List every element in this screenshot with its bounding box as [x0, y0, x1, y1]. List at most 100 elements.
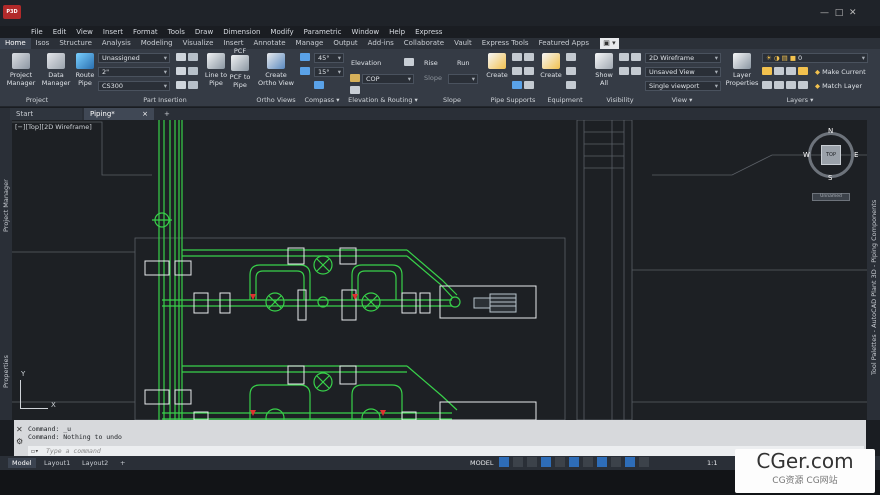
viewport-label[interactable]: [−][Top][2D Wireframe]	[15, 123, 92, 131]
ribbon-toggle-icon[interactable]: ▣ ▾	[600, 38, 619, 49]
new-tab-button[interactable]: +	[158, 108, 172, 120]
transparency-icon[interactable]	[597, 457, 607, 467]
data-manager-button[interactable]: Data Manager	[40, 53, 72, 87]
size-combo[interactable]: 2"	[98, 67, 170, 77]
pcf-to-pipe-button[interactable]: PCF PCF to Pipe	[229, 47, 251, 89]
tab-home[interactable]: Home	[0, 38, 31, 49]
support-type-3-icon[interactable]	[512, 67, 522, 75]
tab-addins[interactable]: Add-ins	[363, 38, 399, 49]
menu-view[interactable]: View	[71, 26, 98, 38]
ortho-icon[interactable]	[527, 457, 537, 467]
visibility-tool-3-icon[interactable]	[619, 67, 629, 75]
tab-collaborate[interactable]: Collaborate	[399, 38, 449, 49]
layer-properties-button[interactable]: Layer Properties	[725, 53, 759, 87]
wcs-menu[interactable]: Unnamed	[812, 193, 850, 201]
layer-tool-5-icon[interactable]	[762, 81, 772, 89]
project-manager-button[interactable]: Project Manager	[4, 53, 38, 87]
tab-express-tools[interactable]: Express Tools	[477, 38, 534, 49]
spec-combo[interactable]: Unassigned	[98, 53, 170, 63]
grid-icon[interactable]	[499, 457, 509, 467]
project-manager-palette-tab[interactable]: Project Manager	[2, 179, 10, 232]
annotation-visibility-icon[interactable]	[625, 457, 635, 467]
selection-cycling-icon[interactable]	[611, 457, 621, 467]
visibility-tool-4-icon[interactable]	[631, 67, 641, 75]
new-layout-button[interactable]: +	[116, 458, 129, 468]
window-controls[interactable]: — □ ✕	[820, 8, 857, 18]
tab-output[interactable]: Output	[328, 38, 362, 49]
lineweight-icon[interactable]	[583, 457, 593, 467]
visibility-tool-1-icon[interactable]	[619, 53, 629, 61]
material-combo[interactable]: CS300	[98, 81, 170, 91]
tab-annotate[interactable]: Annotate	[249, 38, 291, 49]
support-type-4-icon[interactable]	[524, 67, 534, 75]
support-type-1-icon[interactable]	[512, 53, 522, 61]
layer-tool-7-icon[interactable]	[786, 81, 796, 89]
layout-tab-model[interactable]: Model	[8, 458, 36, 468]
compass-snap-icon[interactable]	[300, 67, 310, 75]
support-type-5-icon[interactable]	[512, 81, 522, 89]
elevation-combo[interactable]: COP	[362, 74, 414, 84]
menu-insert[interactable]: Insert	[98, 26, 128, 38]
layer-tool-6-icon[interactable]	[774, 81, 784, 89]
menu-parametric[interactable]: Parametric	[299, 26, 347, 38]
make-current-button[interactable]: ◆ Make Current	[815, 68, 866, 76]
layout-tab-layout2[interactable]: Layout2	[78, 458, 112, 468]
match-layer-button[interactable]: ◆ Match Layer	[815, 82, 862, 90]
flange-icon[interactable]	[176, 81, 186, 89]
piping-drawing[interactable]	[12, 120, 867, 420]
compass-south-label[interactable]: S	[828, 174, 832, 182]
tool-palettes-tab[interactable]: Tool Palettes - AutoCAD Plant 3D - Pipin…	[870, 200, 878, 375]
tab-structure[interactable]: Structure	[54, 38, 97, 49]
close-tab-icon[interactable]: ×	[142, 108, 148, 120]
object-snap-icon[interactable]	[569, 457, 579, 467]
pipe-fitting-icon[interactable]	[176, 53, 186, 61]
panel-layers-title[interactable]: Layers ▾	[780, 96, 820, 104]
visual-style-combo[interactable]: 2D Wireframe	[645, 53, 721, 63]
angle-combo-2[interactable]: 15°	[314, 67, 344, 77]
slope-combo[interactable]	[448, 74, 478, 84]
layer-tool-4-icon[interactable]	[798, 67, 808, 75]
elevation-pick-icon[interactable]	[404, 58, 414, 66]
tab-analysis[interactable]: Analysis	[97, 38, 136, 49]
menu-window[interactable]: Window	[347, 26, 385, 38]
menu-dimension[interactable]: Dimension	[218, 26, 265, 38]
line-to-pipe-button[interactable]: Line to Pipe	[203, 53, 229, 87]
model-space-toggle[interactable]: MODEL	[470, 459, 493, 467]
viewcube-top-face[interactable]: TOP	[821, 145, 841, 165]
tab-featured-apps[interactable]: Featured Apps	[534, 38, 594, 49]
panel-view-title[interactable]: View ▾	[660, 96, 704, 104]
layout-tab-layout1[interactable]: Layout1	[40, 458, 74, 468]
routing-icon[interactable]	[350, 74, 360, 82]
layer-tool-8-icon[interactable]	[798, 81, 808, 89]
equipment-tool-3-icon[interactable]	[566, 81, 576, 89]
compass-toggle-icon[interactable]	[300, 53, 310, 61]
drawing-viewport[interactable]: [−][Top][2D Wireframe] TOP N S E W Unnam…	[12, 120, 867, 420]
create-equipment-button[interactable]: Create	[539, 53, 563, 79]
properties-palette-tab[interactable]: Properties	[2, 355, 10, 388]
customize-command-icon[interactable]: ⚙	[16, 437, 23, 446]
tab-manage[interactable]: Manage	[291, 38, 329, 49]
annotation-scale[interactable]: 1:1	[707, 459, 717, 467]
route-pipe-button[interactable]: Route Pipe	[74, 53, 96, 87]
panel-elevation-routing-title[interactable]: Elevation & Routing ▾	[348, 96, 418, 104]
compass-east-label[interactable]: E	[854, 151, 858, 159]
reducer-icon[interactable]	[188, 81, 198, 89]
menu-draw[interactable]: Draw	[190, 26, 218, 38]
tab-piping[interactable]: Piping* ×	[84, 108, 154, 120]
close-command-icon[interactable]: ✕	[16, 425, 23, 434]
viewport-config-combo[interactable]: Single viewport	[645, 81, 721, 91]
layer-tool-3-icon[interactable]	[786, 67, 796, 75]
angle-combo-1[interactable]: 45°	[314, 53, 344, 63]
panel-compass-title[interactable]: Compass ▾	[300, 96, 344, 104]
elbow-icon[interactable]	[188, 53, 198, 61]
saved-view-combo[interactable]: Unsaved View	[645, 67, 721, 77]
menu-tools[interactable]: Tools	[163, 26, 190, 38]
tab-vault[interactable]: Vault	[449, 38, 477, 49]
layer-combo[interactable]: ☀ ◑ ▤ ■ 0	[762, 53, 868, 63]
snap-icon[interactable]	[513, 457, 523, 467]
create-pipe-support-button[interactable]: Create	[485, 53, 509, 79]
offset-icon[interactable]	[350, 86, 360, 94]
polar-icon[interactable]	[541, 457, 551, 467]
autoscale-icon[interactable]	[639, 457, 649, 467]
menu-modify[interactable]: Modify	[265, 26, 298, 38]
